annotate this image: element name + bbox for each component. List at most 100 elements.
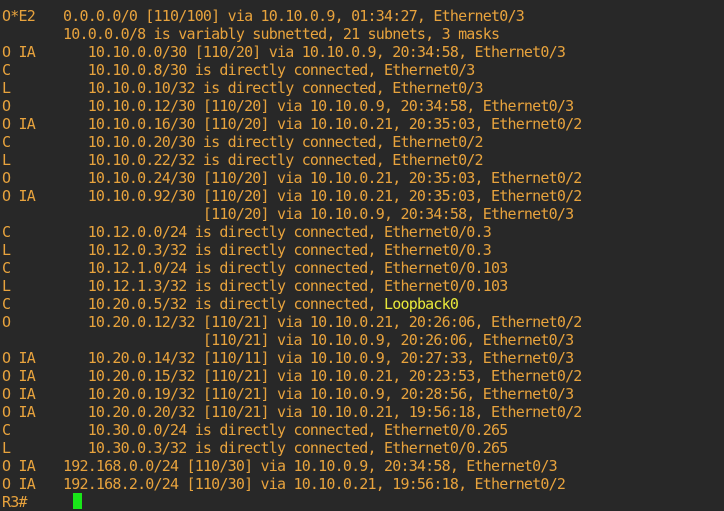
route-line: L 10.12.0.3/32 is directly connected, Et… — [0, 241, 724, 259]
route-code: O IA — [2, 349, 36, 367]
route-text: 10.10.0.24/30 [110/20] via 10.10.0.21, 2… — [63, 169, 583, 187]
route-text: [110/20] via 10.10.0.9, 20:34:58, Ethern… — [63, 205, 574, 223]
route-line: C 10.12.0.0/24 is directly connected, Et… — [0, 223, 724, 241]
route-line: L 10.12.1.3/32 is directly connected, Et… — [0, 277, 724, 295]
route-detail: 10.30.0.3/32 is directly connected, Ethe… — [63, 439, 509, 457]
route-detail: 10.10.0.12/30 [110/20] via 10.10.0.9, 20… — [63, 97, 574, 115]
route-code: C — [2, 259, 11, 277]
route-line: O 10.10.0.12/30 [110/20] via 10.10.0.9, … — [0, 97, 724, 115]
route-text: 10.20.0.12/32 [110/21] via 10.10.0.21, 2… — [63, 313, 583, 331]
route-code: O IA — [2, 43, 36, 61]
route-detail: 10.10.0.16/30 [110/20] via 10.10.0.21, 2… — [63, 115, 583, 133]
route-code: L — [2, 241, 11, 259]
route-text: 10.10.0.0/30 [110/20] via 10.10.0.9, 20:… — [63, 43, 566, 61]
route-code: O — [2, 169, 11, 187]
route-code: O IA — [2, 403, 36, 421]
route-line: [110/20] via 10.10.0.9, 20:34:58, Ethern… — [0, 205, 724, 223]
route-code: O IA — [2, 457, 36, 475]
route-text: [110/21] via 10.10.0.9, 20:26:06, Ethern… — [63, 331, 574, 349]
route-text: 10.30.0.3/32 is directly connected, Ethe… — [63, 439, 509, 457]
route-code: C — [2, 421, 11, 439]
route-code: O IA — [2, 385, 36, 403]
route-detail: 10.0.0.0/8 is variably subnetted, 21 sub… — [63, 25, 500, 43]
route-line: O IA 10.20.0.20/32 [110/21] via 10.10.0.… — [0, 403, 724, 421]
prompt-line[interactable]: R3# — [0, 493, 724, 511]
route-text: 10.30.0.0/24 is directly connected, Ethe… — [63, 421, 509, 439]
route-detail: 10.12.1.0/24 is directly connected, Ethe… — [63, 259, 509, 277]
route-line: C 10.10.0.20/30 is directly connected, E… — [0, 133, 724, 151]
terminal-output[interactable]: O*E2 0.0.0.0/0 [110/100] via 10.10.0.9, 0… — [0, 7, 724, 511]
route-detail: 10.10.0.20/30 is directly connected, Eth… — [63, 133, 484, 151]
route-text: 10.10.0.92/30 [110/20] via 10.10.0.21, 2… — [63, 187, 583, 205]
route-code: C — [2, 133, 11, 151]
route-detail: [110/21] via 10.10.0.9, 20:26:06, Ethern… — [63, 331, 574, 349]
route-text: 10.12.0.3/32 is directly connected, Ethe… — [63, 241, 492, 259]
route-line: L 10.10.0.22/32 is directly connected, E… — [0, 151, 724, 169]
route-detail: 10.10.0.8/30 is directly connected, Ethe… — [63, 61, 476, 79]
route-text: 10.20.0.19/32 [110/21] via 10.10.0.9, 20… — [63, 385, 574, 403]
route-line: C 10.10.0.8/30 is directly connected, Et… — [0, 61, 724, 79]
route-code: L — [2, 151, 11, 169]
route-line: O IA 10.20.0.15/32 [110/21] via 10.10.0.… — [0, 367, 724, 385]
route-detail: 10.30.0.0/24 is directly connected, Ethe… — [63, 421, 509, 439]
route-text: 10.10.0.16/30 [110/20] via 10.10.0.21, 2… — [63, 115, 583, 133]
route-code: O*E2 — [2, 7, 36, 25]
route-text: 10.12.1.3/32 is directly connected, Ethe… — [63, 277, 509, 295]
route-code: O — [2, 97, 11, 115]
route-line: O 10.20.0.12/32 [110/21] via 10.10.0.21,… — [0, 313, 724, 331]
route-line: O IA 192.168.0.0/24 [110/30] via 10.10.0.… — [0, 457, 724, 475]
route-line: O IA 10.20.0.14/32 [110/11] via 10.10.0.… — [0, 349, 724, 367]
route-code: L — [2, 439, 11, 457]
route-code: O IA — [2, 475, 36, 493]
route-text: 0.0.0.0/0 [110/100] via 10.10.0.9, 01:34… — [63, 7, 525, 25]
route-text: 10.10.0.22/32 is directly connected, Eth… — [63, 151, 484, 169]
route-detail: 10.20.0.5/32 is directly connected, — [63, 295, 385, 313]
route-detail: [110/20] via 10.10.0.9, 20:34:58, Ethern… — [63, 205, 574, 223]
route-detail: 10.12.1.3/32 is directly connected, Ethe… — [63, 277, 509, 295]
route-text: 10.12.0.0/24 is directly connected, Ethe… — [63, 223, 492, 241]
interface-highlight: Loopback0 — [384, 295, 459, 313]
route-detail: 192.168.0.0/24 [110/30] via 10.10.0.9, 2… — [63, 457, 558, 475]
route-detail: 192.168.2.0/24 [110/30] via 10.10.0.21, … — [63, 475, 566, 493]
route-line: O 10.10.0.24/30 [110/20] via 10.10.0.21,… — [0, 169, 724, 187]
route-code: L — [2, 277, 11, 295]
route-line: O IA 10.10.0.16/30 [110/20] via 10.10.0.… — [0, 115, 724, 133]
route-detail: 10.10.0.10/32 is directly connected, Eth… — [63, 79, 484, 97]
route-text: 10.12.1.0/24 is directly connected, Ethe… — [63, 259, 509, 277]
command-prompt: R3# — [2, 493, 27, 511]
route-line: C 10.12.1.0/24 is directly connected, Et… — [0, 259, 724, 277]
route-detail: 10.12.0.3/32 is directly connected, Ethe… — [63, 241, 492, 259]
route-text: 10.20.0.15/32 [110/21] via 10.10.0.21, 2… — [63, 367, 583, 385]
route-line: C 10.30.0.0/24 is directly connected, Et… — [0, 421, 724, 439]
route-text: 10.20.0.5/32 is directly connected, Loop… — [63, 295, 459, 313]
route-text: 192.168.0.0/24 [110/30] via 10.10.0.9, 2… — [63, 457, 558, 475]
route-line: L 10.10.0.10/32 is directly connected, E… — [0, 79, 724, 97]
route-text: 10.20.0.20/32 [110/21] via 10.10.0.21, 1… — [63, 403, 583, 421]
route-detail: 10.10.0.22/32 is directly connected, Eth… — [63, 151, 484, 169]
route-code: O IA — [2, 115, 36, 133]
route-line: L 10.30.0.3/32 is directly connected, Et… — [0, 439, 724, 457]
route-detail: 10.10.0.0/30 [110/20] via 10.10.0.9, 20:… — [63, 43, 566, 61]
text-cursor — [73, 493, 82, 509]
route-code: C — [2, 223, 11, 241]
route-text: 10.10.0.12/30 [110/20] via 10.10.0.9, 20… — [63, 97, 574, 115]
route-line: O IA 192.168.2.0/24 [110/30] via 10.10.0.… — [0, 475, 724, 493]
route-code: O — [2, 313, 11, 331]
route-text: 10.10.0.8/30 is directly connected, Ethe… — [63, 61, 476, 79]
route-detail: 10.20.0.20/32 [110/21] via 10.10.0.21, 1… — [63, 403, 583, 421]
route-detail: 10.20.0.19/32 [110/21] via 10.10.0.9, 20… — [63, 385, 574, 403]
route-text: 10.0.0.0/8 is variably subnetted, 21 sub… — [63, 25, 500, 43]
route-text: 10.10.0.10/32 is directly connected, Eth… — [63, 79, 484, 97]
route-detail: 10.20.0.15/32 [110/21] via 10.10.0.21, 2… — [63, 367, 583, 385]
route-detail: 10.10.0.24/30 [110/20] via 10.10.0.21, 2… — [63, 169, 583, 187]
route-code: C — [2, 295, 11, 313]
route-line: [110/21] via 10.10.0.9, 20:26:06, Ethern… — [0, 331, 724, 349]
route-code: O IA — [2, 367, 36, 385]
route-detail: 10.20.0.14/32 [110/11] via 10.10.0.9, 20… — [63, 349, 574, 367]
route-line: O IA 10.10.0.92/30 [110/20] via 10.10.0.… — [0, 187, 724, 205]
route-code: O IA — [2, 187, 36, 205]
route-line: C 10.20.0.5/32 is directly connected, Lo… — [0, 295, 724, 313]
route-text: 10.20.0.14/32 [110/11] via 10.10.0.9, 20… — [63, 349, 574, 367]
route-line: O*E2 0.0.0.0/0 [110/100] via 10.10.0.9, 0… — [0, 7, 724, 25]
route-detail: 0.0.0.0/0 [110/100] via 10.10.0.9, 01:34… — [63, 7, 525, 25]
